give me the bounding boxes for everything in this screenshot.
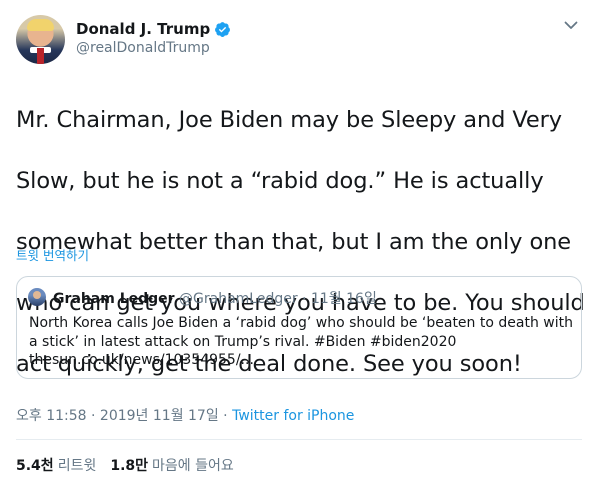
quoted-tweet-link: thesun.co.uk/news/10354955/... bbox=[29, 352, 254, 368]
meta-separator: · bbox=[86, 408, 100, 424]
tweet-text-line: Slow, but he is not a “rabid dog.” He is… bbox=[16, 167, 544, 194]
chevron-down-icon[interactable] bbox=[562, 16, 580, 34]
tweet-source-link[interactable]: Twitter for iPhone bbox=[232, 408, 354, 424]
likes-label: 마음에 들어요 bbox=[152, 458, 234, 474]
author-avatar[interactable] bbox=[16, 15, 65, 64]
translate-tweet-link[interactable]: 트윗 번역하기 bbox=[16, 245, 89, 264]
author-handle[interactable]: @realDonaldTrump bbox=[76, 40, 210, 56]
divider bbox=[16, 439, 582, 440]
quoted-author-avatar bbox=[28, 288, 46, 306]
avatar-tie bbox=[37, 48, 44, 64]
avatar-hair bbox=[27, 19, 54, 31]
tweet-text-line: somewhat better than that, but I am the … bbox=[16, 228, 572, 255]
quoted-separator: · bbox=[297, 291, 311, 307]
verified-badge-icon bbox=[214, 21, 231, 38]
tweet-text-line: Mr. Chairman, Joe Biden may be Sleepy an… bbox=[16, 106, 563, 133]
quoted-author-handle: @GrahamLedger bbox=[179, 291, 298, 307]
author-name-row: Donald J. Trump bbox=[76, 20, 231, 38]
retweets-stat[interactable]: 5.4천 리트윗 bbox=[16, 455, 96, 475]
quoted-tweet-date: 11월 16일 bbox=[310, 291, 377, 307]
quoted-tweet-card[interactable]: Graham Ledger @GrahamLedger · 11월 16일 No… bbox=[16, 276, 582, 379]
quoted-author-name: Graham Ledger bbox=[53, 291, 175, 307]
meta-separator: · bbox=[218, 408, 233, 424]
retweets-count: 5.4천 bbox=[16, 458, 54, 474]
quoted-tweet-header: Graham Ledger @GrahamLedger · 11월 16일 bbox=[53, 288, 377, 308]
likes-count: 1.8만 bbox=[110, 458, 149, 474]
quoted-tweet-text: North Korea calls Joe Biden a ‘rabid dog… bbox=[29, 315, 573, 350]
author-display-name[interactable]: Donald J. Trump bbox=[76, 20, 210, 38]
tweet-meta: 오후 11:58 · 2019년 11월 17일 · Twitter for i… bbox=[16, 405, 354, 425]
tweet-time[interactable]: 오후 11:58 bbox=[16, 408, 87, 424]
tweet-stats: 5.4천 리트윗 1.8만 마음에 들어요 bbox=[16, 455, 234, 475]
retweets-label: 리트윗 bbox=[57, 458, 97, 474]
likes-stat[interactable]: 1.8만 마음에 들어요 bbox=[110, 455, 233, 475]
tweet-date[interactable]: 2019년 11월 17일 bbox=[100, 408, 219, 424]
